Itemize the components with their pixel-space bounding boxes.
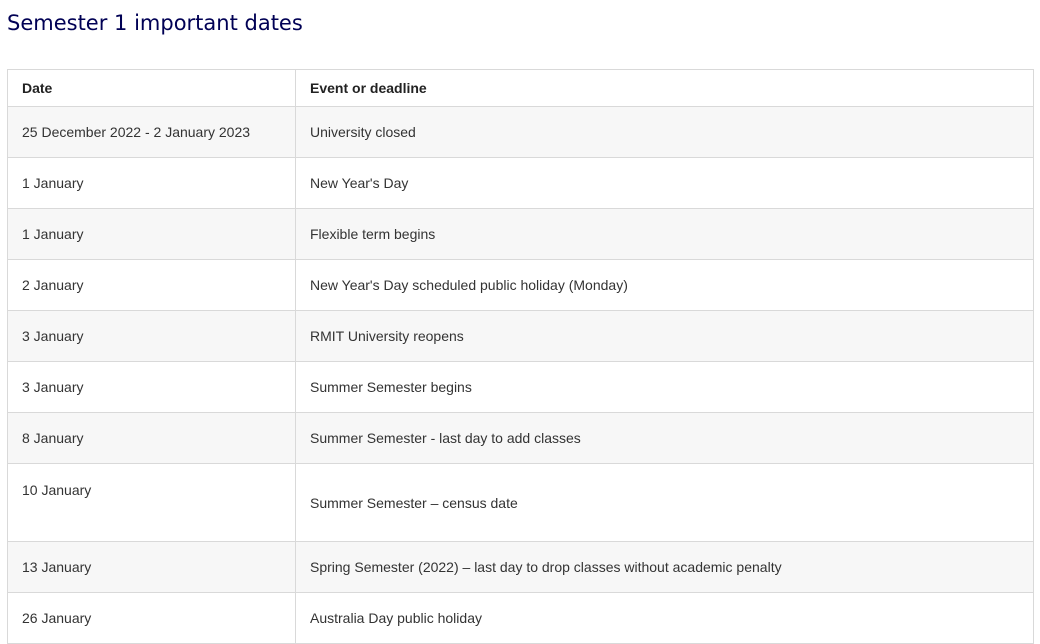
event-cell: Australia Day public holiday [295,592,1034,644]
table-row: 3 January RMIT University reopens [7,310,1034,362]
date-cell: 3 January [7,361,296,413]
table-header-row: Date Event or deadline [7,69,1034,107]
table-row: 10 January Summer Semester – census date [7,463,1034,542]
date-cell: 26 January [7,592,296,644]
table-row: 1 January New Year's Day [7,157,1034,209]
date-cell: 2 January [7,259,296,311]
date-cell: 10 January [7,463,296,542]
event-cell: New Year's Day [295,157,1034,209]
table-row: 8 January Summer Semester - last day to … [7,412,1034,464]
column-header-event: Event or deadline [295,69,1034,107]
date-cell: 8 January [7,412,296,464]
event-cell: New Year's Day scheduled public holiday … [295,259,1034,311]
table-row: 25 December 2022 - 2 January 2023 Univer… [7,106,1034,158]
event-cell: Summer Semester - last day to add classe… [295,412,1034,464]
table-row: 3 January Summer Semester begins [7,361,1034,413]
table-row: 26 January Australia Day public holiday [7,592,1034,644]
table-row: 1 January Flexible term begins [7,208,1034,260]
column-header-date: Date [7,69,296,107]
date-cell: 1 January [7,157,296,209]
date-cell: 1 January [7,208,296,260]
event-cell: Summer Semester – census date [295,463,1034,542]
page-title: Semester 1 important dates [7,11,303,35]
event-cell: University closed [295,106,1034,158]
important-dates-table: Date Event or deadline 25 December 2022 … [7,69,1034,644]
event-cell: Summer Semester begins [295,361,1034,413]
event-cell: RMIT University reopens [295,310,1034,362]
date-cell: 25 December 2022 - 2 January 2023 [7,106,296,158]
date-cell: 13 January [7,541,296,593]
table-row: 13 January Spring Semester (2022) – last… [7,541,1034,593]
table-row: 2 January New Year's Day scheduled publi… [7,259,1034,311]
event-cell: Flexible term begins [295,208,1034,260]
date-cell: 3 January [7,310,296,362]
event-cell: Spring Semester (2022) – last day to dro… [295,541,1034,593]
